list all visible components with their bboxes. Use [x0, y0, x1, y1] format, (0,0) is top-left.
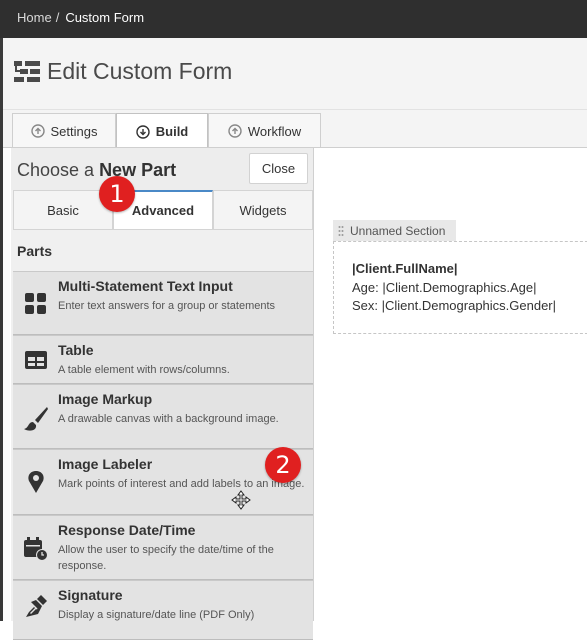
subtab-basic[interactable]: Basic: [13, 190, 113, 230]
arrow-down-circle-icon: [136, 124, 150, 139]
part-description: A table element with rows/columns.: [58, 364, 230, 376]
panel-header: Choose a New Part Close: [11, 148, 313, 190]
part-name: Multi-Statement Text Input: [58, 278, 233, 294]
breadcrumb: Home / Custom Form: [17, 10, 144, 25]
table-icon: [25, 351, 47, 369]
panel-title: Choose a New Part: [17, 160, 176, 181]
move-cursor-icon: [231, 490, 251, 510]
part-name: Table: [58, 342, 94, 358]
close-button[interactable]: Close: [249, 153, 308, 184]
pin-icon: [28, 471, 44, 493]
breadcrumb-current: Custom Form: [65, 10, 145, 25]
breadcrumb-home-link[interactable]: Home: [17, 10, 52, 25]
page-title: Edit Custom Form: [47, 58, 233, 84]
client-age-line: Age: |Client.Demographics.Age|: [352, 280, 537, 295]
part-description: A drawable canvas with a background imag…: [58, 413, 279, 425]
subtab-widgets[interactable]: Widgets: [213, 190, 313, 230]
part-name: Response Date/Time: [58, 522, 196, 538]
step-badge-1: 1: [99, 176, 135, 212]
form-canvas: [314, 148, 587, 621]
tab-workflow[interactable]: Workflow: [208, 113, 321, 148]
step-badge-2: 2: [265, 447, 301, 483]
drag-handle-icon[interactable]: [338, 225, 344, 237]
client-fullname-field: |Client.FullName|: [352, 261, 458, 276]
part-description: Allow the user to specify the date/time …: [58, 544, 274, 572]
tab-settings-label: Settings: [50, 123, 98, 139]
page-header: Edit Custom Form: [3, 38, 587, 110]
part-multi-statement-text-input[interactable]: Multi-Statement Text Input Enter text an…: [13, 271, 313, 335]
new-part-panel: Choose a New Part Close Basic Advanced W…: [11, 148, 314, 640]
pen-nib-icon: [26, 595, 47, 617]
part-response-date-time[interactable]: Response Date/Time Allow the user to spe…: [13, 515, 313, 580]
form-builder-icon: [14, 61, 40, 82]
calendar-clock-icon: [24, 537, 48, 561]
client-sex-line: Sex: |Client.Demographics.Gender|: [352, 298, 557, 313]
part-name: Signature: [58, 587, 123, 603]
part-table[interactable]: Table A table element with rows/columns.: [13, 335, 313, 384]
arrow-up-circle-icon: [30, 124, 45, 138]
paintbrush-icon: [24, 407, 48, 431]
tab-build-label: Build: [155, 124, 189, 139]
grid-icon: [25, 293, 46, 314]
parts-heading: Parts: [17, 243, 53, 259]
part-name: Image Labeler: [58, 456, 153, 472]
panel-title-prefix: Choose a: [17, 160, 100, 180]
tab-workflow-label: Workflow: [247, 123, 302, 139]
part-signature[interactable]: Signature Display a signature/date line …: [13, 580, 313, 640]
section-header[interactable]: Unnamed Section: [333, 220, 456, 241]
arrow-up-circle-icon: [228, 124, 242, 138]
part-description: Enter text answers for a group or statem…: [58, 300, 276, 312]
breadcrumb-separator: /: [55, 10, 60, 25]
tab-build[interactable]: Build: [116, 113, 208, 149]
tab-settings[interactable]: Settings: [12, 113, 116, 148]
tab-bar: Settings Build Workflow: [3, 110, 587, 149]
part-category-tabs: Basic Advanced Widgets: [13, 190, 313, 230]
part-image-markup[interactable]: Image Markup A drawable canvas with a ba…: [13, 384, 313, 449]
part-name: Image Markup: [58, 391, 153, 407]
top-nav-bar: Home / Custom Form: [0, 0, 587, 38]
section-name: Unnamed Section: [350, 223, 446, 238]
